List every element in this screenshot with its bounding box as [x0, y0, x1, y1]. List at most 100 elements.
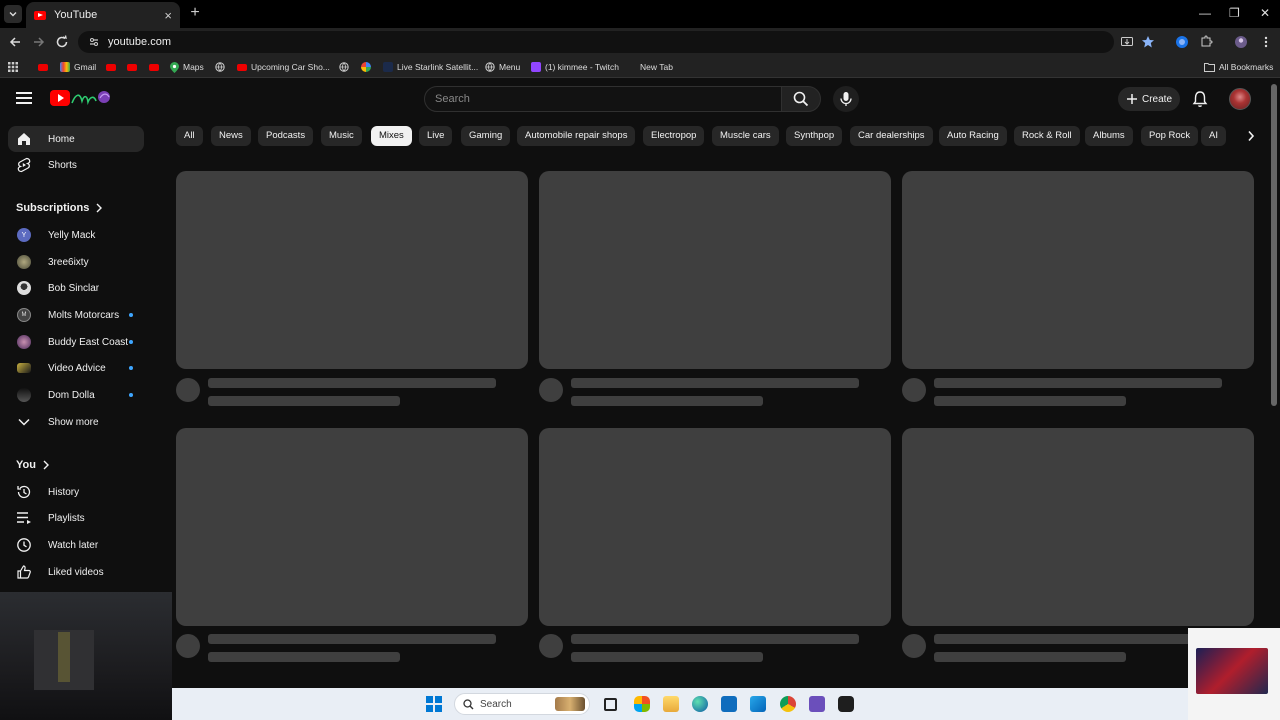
bookmark-youtube-1[interactable] — [38, 60, 48, 74]
video-thumbnail-placeholder[interactable] — [902, 428, 1254, 626]
subscription-3ree6ixty[interactable]: 3ree6ixty — [8, 249, 144, 275]
metadata-placeholder — [208, 652, 400, 662]
sidebar-item-watch-later[interactable]: Watch later — [8, 532, 144, 558]
chip-news[interactable]: News — [211, 126, 251, 146]
create-button[interactable]: Create — [1118, 87, 1180, 111]
sidebar-item-playlists[interactable]: Playlists — [8, 505, 144, 531]
address-bar[interactable]: youtube.com — [78, 31, 1114, 53]
maps-pin-icon — [170, 61, 179, 73]
microsoft-store-icon[interactable] — [721, 696, 737, 712]
install-app-icon[interactable] — [1120, 35, 1134, 49]
chip-synthpop[interactable]: Synthpop — [786, 126, 843, 146]
bookmark-youtube-3[interactable] — [127, 60, 137, 74]
bookmark-globe[interactable] — [215, 60, 225, 74]
subscription-bob-sinclar[interactable]: Bob Sinclar — [8, 275, 144, 301]
youtube-logo-icon[interactable] — [50, 89, 112, 109]
bookmark-menu[interactable]: Menu — [485, 60, 520, 74]
sidebar-item-liked-videos[interactable]: Liked videos — [8, 559, 144, 585]
chip-albums[interactable]: Albums — [1085, 126, 1133, 146]
bookmark-twitch[interactable]: (1) kimmee - Twitch — [531, 60, 619, 74]
taskbar-search-box[interactable]: Search — [454, 693, 590, 715]
notifications-bell-icon[interactable] — [1192, 90, 1208, 108]
video-thumbnail-placeholder[interactable] — [902, 171, 1254, 369]
voice-search-button[interactable] — [833, 86, 859, 112]
windows-start-icon[interactable] — [426, 696, 442, 712]
new-tab-button[interactable]: + — [188, 4, 202, 22]
restore-button[interactable]: ❐ — [1229, 6, 1240, 20]
obs-studio-icon[interactable] — [838, 696, 854, 712]
chip-music[interactable]: Music — [321, 126, 362, 146]
metadata-placeholder — [934, 652, 1126, 662]
chip-all[interactable]: All — [176, 126, 203, 146]
bookmark-google[interactable] — [361, 60, 375, 74]
chip-electropop[interactable]: Electropop — [643, 126, 705, 146]
video-thumbnail-placeholder[interactable] — [176, 428, 528, 626]
edge-browser-icon[interactable] — [692, 696, 708, 712]
chip-muscle-cars[interactable]: Muscle cars — [712, 126, 779, 146]
hamburger-menu-icon[interactable] — [16, 92, 32, 104]
subscription-buddy-east-coast[interactable]: Buddy East Coast — [8, 329, 144, 355]
chip-car-dealerships[interactable]: Car dealerships — [850, 126, 933, 146]
search-input[interactable]: Search — [424, 86, 782, 112]
extension-shield-icon[interactable] — [1175, 35, 1189, 49]
file-explorer-icon[interactable] — [663, 696, 679, 712]
video-thumbnail-placeholder[interactable] — [539, 428, 891, 626]
browser-tab-youtube[interactable]: YouTube × — [26, 2, 180, 28]
show-more-button[interactable]: Show more — [8, 409, 144, 435]
bookmark-upcoming-car-shows[interactable]: Upcoming Car Sho... — [237, 60, 330, 74]
extensions-puzzle-icon[interactable] — [1199, 35, 1213, 49]
video-thumbnail-placeholder[interactable] — [539, 171, 891, 369]
calculator-icon[interactable] — [809, 696, 825, 712]
bookmark-youtube-2[interactable] — [106, 60, 116, 74]
minimize-button[interactable]: — — [1199, 6, 1211, 20]
back-button[interactable] — [7, 34, 23, 50]
profile-icon[interactable] — [1234, 35, 1248, 49]
subscription-yelly-mack[interactable]: Y Yelly Mack — [8, 222, 144, 248]
video-thumbnail-placeholder[interactable] — [176, 171, 528, 369]
chrome-icon[interactable] — [780, 696, 796, 712]
starlink-icon — [383, 62, 393, 72]
sidebar-item-history[interactable]: History — [8, 479, 144, 505]
sidebar-item-home[interactable]: Home — [8, 126, 144, 152]
subscription-video-advice[interactable]: Video Advice — [8, 355, 144, 381]
metadata-placeholder — [208, 396, 400, 406]
close-window-button[interactable]: ✕ — [1260, 6, 1270, 20]
chip-auto-racing[interactable]: Auto Racing — [939, 126, 1007, 146]
overlay-thumbnail-image — [1196, 648, 1268, 694]
chip-gaming[interactable]: Gaming — [461, 126, 511, 146]
chip-ai[interactable]: AI — [1201, 126, 1226, 146]
bookmark-youtube-4[interactable] — [149, 60, 159, 74]
apps-button[interactable] — [8, 60, 18, 74]
you-heading[interactable]: You — [16, 459, 50, 471]
tab-search-button[interactable] — [4, 5, 22, 23]
subscription-dom-dolla[interactable]: Dom Dolla — [8, 382, 144, 408]
chips-next-button[interactable] — [1240, 126, 1262, 146]
account-avatar[interactable] — [1229, 88, 1251, 110]
page-scrollbar[interactable] — [1271, 84, 1277, 406]
bookmark-maps[interactable]: Maps — [170, 60, 204, 74]
subscription-molts-motorcars[interactable]: M Molts Motorcars — [8, 302, 144, 328]
sidebar-item-shorts[interactable]: Shorts — [8, 152, 144, 178]
search-button[interactable] — [781, 86, 821, 112]
forward-button[interactable] — [31, 34, 47, 50]
all-bookmarks-button[interactable]: All Bookmarks — [1204, 60, 1273, 74]
more-vertical-icon[interactable] — [1259, 35, 1273, 49]
bookmark-new-tab[interactable]: New Tab — [626, 60, 673, 74]
copilot-icon[interactable] — [634, 696, 650, 712]
bookmark-starlink[interactable]: Live Starlink Satellit... — [383, 60, 478, 74]
bookmark-globe-2[interactable] — [339, 60, 349, 74]
chip-podcasts[interactable]: Podcasts — [258, 126, 314, 146]
outlook-icon[interactable] — [750, 696, 766, 712]
tab-close-icon[interactable]: × — [164, 8, 172, 23]
youtube-icon — [127, 63, 137, 71]
subscriptions-heading[interactable]: Subscriptions — [16, 202, 103, 214]
chip-mixes[interactable]: Mixes — [371, 126, 412, 146]
reload-button[interactable] — [54, 34, 70, 50]
bookmark-star-icon[interactable] — [1141, 35, 1155, 49]
task-view-icon[interactable] — [604, 698, 617, 711]
chip-automobile-repair-shops[interactable]: Automobile repair shops — [517, 126, 636, 146]
chip-pop-rock[interactable]: Pop Rock — [1141, 126, 1199, 146]
chip-rock-and-roll[interactable]: Rock & Roll — [1014, 126, 1080, 146]
chip-live[interactable]: Live — [419, 126, 453, 146]
bookmark-gmail[interactable]: Gmail — [60, 60, 96, 74]
